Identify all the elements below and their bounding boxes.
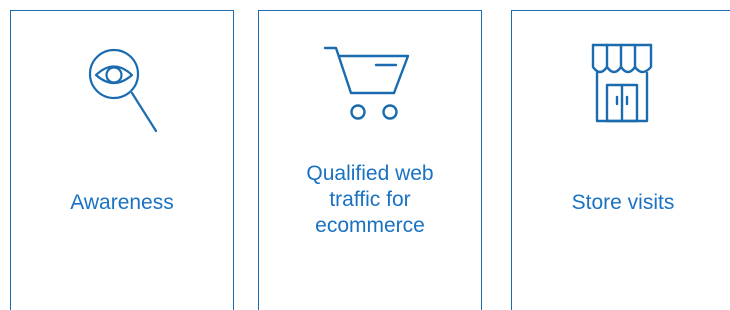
search-eye-icon	[11, 41, 233, 141]
web-traffic-label-line-1: Qualified web	[306, 162, 434, 185]
store-visits-label: Store visits	[571, 191, 675, 214]
store-visits-card: Store visits	[511, 10, 730, 310]
web-traffic-label-line-3: ecommerce	[315, 214, 425, 237]
web-traffic-label-line-2: traffic for	[329, 188, 411, 211]
web-traffic-label: Qualified web traffic for ecommerce	[267, 161, 473, 239]
awareness-label: Awareness	[70, 191, 174, 214]
storefront-icon	[512, 41, 730, 141]
web-traffic-card: Qualified web traffic for ecommerce	[258, 10, 482, 310]
shopping-cart-icon	[259, 41, 481, 141]
awareness-card: Awareness	[10, 10, 234, 310]
